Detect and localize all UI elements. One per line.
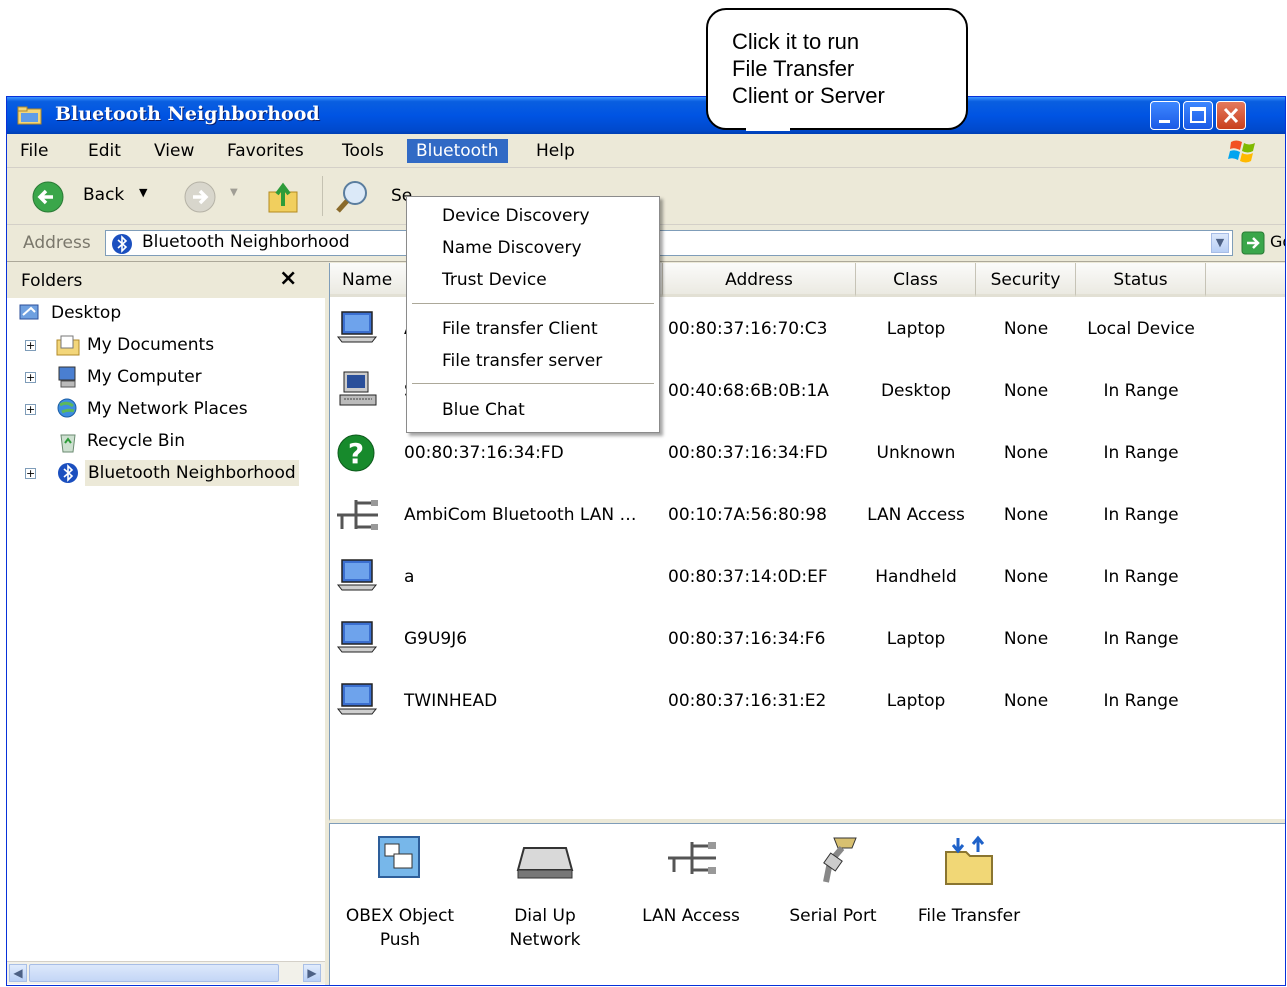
callout-pointer-cover [746,127,790,131]
